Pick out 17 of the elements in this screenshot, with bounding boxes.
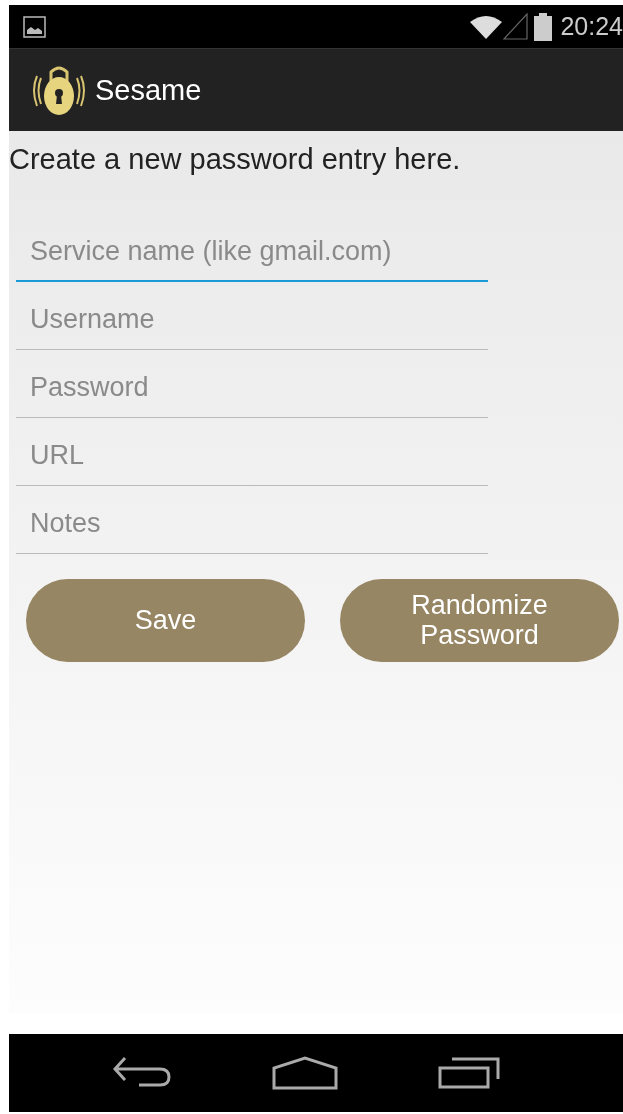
recent-apps-icon[interactable] (438, 1057, 500, 1089)
home-icon[interactable] (272, 1056, 338, 1090)
battery-icon (534, 12, 553, 41)
clock-time: 20:24 (560, 12, 623, 41)
input-field[interactable]: Password (16, 368, 488, 418)
input-field[interactable]: URL (16, 436, 488, 486)
app-title: Sesame (95, 73, 202, 107)
signal-icon (503, 13, 529, 40)
action-button[interactable]: Save (26, 579, 305, 662)
back-icon[interactable] (112, 1056, 172, 1090)
input-field[interactable]: Username (16, 300, 488, 350)
image-notification-icon (23, 14, 47, 39)
intro-text: Create a new password entry here. (9, 143, 462, 176)
action-button[interactable]: Randomize Password (340, 579, 619, 662)
input-field[interactable]: Notes (16, 504, 488, 554)
input-field[interactable]: Service name (like gmail.com) (16, 232, 488, 282)
wifi-icon (469, 13, 504, 40)
